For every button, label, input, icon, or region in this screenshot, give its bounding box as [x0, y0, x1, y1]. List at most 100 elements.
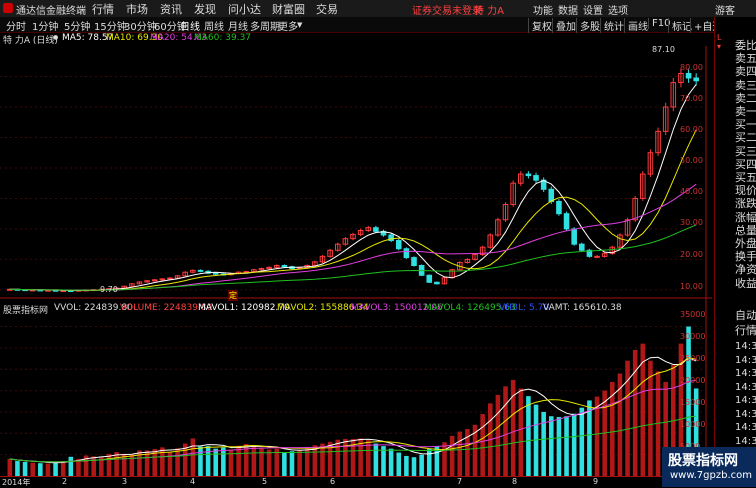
volume-bar — [396, 452, 402, 476]
volume-bar — [38, 463, 43, 476]
period-toolbar: 分时 1分钟 5分钟 15分钟 30分钟 60分钟 日线 周线 月线 多周期 更… — [0, 17, 722, 33]
volume-bar — [579, 407, 585, 476]
menu-news[interactable]: 资讯 — [160, 1, 182, 17]
volume-bar — [457, 431, 463, 476]
menu-data[interactable]: 数据 — [558, 2, 578, 17]
volume-bar — [289, 451, 295, 476]
period-5min[interactable]: 5分钟 — [64, 18, 90, 33]
volume-bar — [7, 458, 13, 476]
price-tick: 20.00 — [680, 250, 703, 259]
price-tick: 50.00 — [680, 156, 703, 165]
candle — [434, 281, 440, 285]
period-monthly[interactable]: 月线 — [228, 18, 248, 33]
volume-tick: 30000 — [680, 332, 706, 341]
volume-bar — [404, 455, 409, 476]
high-price-label: 87.10 — [652, 45, 675, 54]
menu-trade[interactable]: 交易 — [316, 1, 338, 17]
draw-line-button[interactable]: 画线 — [624, 18, 648, 33]
price-tick: 70.00 — [680, 94, 703, 103]
watermark-name: 股票指标网 — [668, 453, 738, 469]
candle — [571, 228, 577, 245]
menu-quotes[interactable]: 行情 — [92, 1, 114, 17]
volume-bar — [556, 417, 562, 476]
price-tick: 10.00 — [680, 282, 703, 291]
statistics-button[interactable]: 统计 — [600, 18, 624, 33]
volume-bar — [419, 454, 424, 476]
mark-button[interactable]: 标记 — [668, 18, 692, 33]
period-15min[interactable]: 15分钟 — [94, 18, 127, 33]
month-label: 4 — [190, 477, 196, 486]
candle — [556, 200, 562, 215]
volume-bar — [571, 413, 577, 476]
volume-bar — [137, 450, 142, 476]
ma5-line — [9, 84, 697, 291]
mavol1-value: MAVOL1: 120982.70 — [198, 303, 290, 313]
volume-bar — [198, 446, 203, 476]
ma60-value: MA60: 39.37 — [194, 33, 252, 43]
period-30min[interactable]: 30分钟 — [124, 18, 157, 33]
menu-wealth[interactable]: 财富圈 — [272, 1, 305, 17]
low-price-label: 9.70 — [100, 285, 118, 294]
candle — [594, 255, 600, 258]
more-dropdown-icon[interactable]: ▼ — [297, 21, 302, 29]
volume-bar — [221, 447, 226, 476]
price-axis: 80.00 70.00 60.00 50.00 40.00 30.00 20.0… — [680, 46, 710, 298]
menu-bar: 通达信金融终端 行情 市场 资讯 发现 问小达 财富圈 交易 证券交易未登录 特… — [0, 0, 756, 18]
period-multi[interactable]: 多周期 — [250, 18, 280, 33]
app-title: 通达信金融终端 — [16, 6, 86, 17]
volume-bar — [388, 448, 394, 476]
period-weekly[interactable]: 周线 — [204, 18, 224, 33]
candle — [525, 173, 532, 177]
candle — [563, 213, 570, 230]
candle — [197, 269, 204, 272]
guest-label[interactable]: 游客 — [715, 2, 735, 17]
volume-bar — [564, 416, 569, 476]
period-tick[interactable]: 分时 — [6, 18, 26, 33]
side-tab-icon[interactable]: L ▾ — [717, 33, 733, 61]
volume-bar — [22, 461, 28, 476]
overlay-button[interactable]: 叠加 — [552, 18, 576, 33]
period-daily[interactable]: 日线 — [180, 18, 200, 33]
month-label: 9 — [593, 477, 599, 486]
ding-marker: 定 — [228, 290, 238, 301]
volume-bar — [503, 386, 508, 476]
volume-bar — [30, 462, 35, 476]
menu-discover[interactable]: 发现 — [194, 1, 216, 17]
menu-function[interactable]: 功能 — [533, 2, 553, 17]
volume-tick: 35000 — [680, 310, 706, 319]
month-label: 8 — [512, 477, 518, 486]
price-tick: 30.00 — [680, 218, 703, 227]
menu-market[interactable]: 市场 — [126, 1, 148, 17]
volume-bar — [548, 416, 554, 476]
app-logo-icon — [3, 3, 13, 13]
ma10-line — [9, 129, 697, 291]
volume-bar — [526, 396, 531, 476]
menu-options[interactable]: 选项 — [608, 2, 628, 17]
candle — [212, 272, 219, 275]
menu-settings[interactable]: 设置 — [583, 2, 603, 17]
period-more[interactable]: 更多 — [278, 18, 298, 33]
volume-bar — [68, 456, 74, 476]
month-label: 6 — [330, 477, 336, 486]
period-1min[interactable]: 1分钟 — [32, 18, 58, 33]
current-stock-name: 特 力A — [474, 6, 505, 17]
candle — [159, 278, 166, 281]
volume-bar — [205, 446, 211, 476]
year-label: 2014年 — [2, 478, 31, 487]
volume-bar — [411, 457, 417, 476]
volume-legend: 股票指标网 VVOL: 224839.80 VOLUME: 224839.80 … — [0, 303, 710, 316]
volume-bar — [251, 445, 257, 476]
quote-field-label: 行情 — [735, 324, 756, 337]
volume-bar — [304, 447, 310, 476]
menu-ask[interactable]: 问小达 — [228, 1, 261, 17]
candle — [281, 265, 288, 268]
volume-bar — [266, 449, 272, 476]
chart-area[interactable] — [0, 46, 712, 476]
multi-stock-button[interactable]: 多股 — [576, 18, 600, 33]
volume-bar — [213, 448, 219, 476]
ma-dot-icon: ● — [53, 34, 59, 41]
volume-tick: 15000 — [680, 398, 706, 407]
trade-login-status[interactable]: 证券交易未登录 — [412, 2, 482, 17]
adjust-button[interactable]: 复权 — [528, 18, 552, 33]
volume-bar — [495, 394, 501, 476]
